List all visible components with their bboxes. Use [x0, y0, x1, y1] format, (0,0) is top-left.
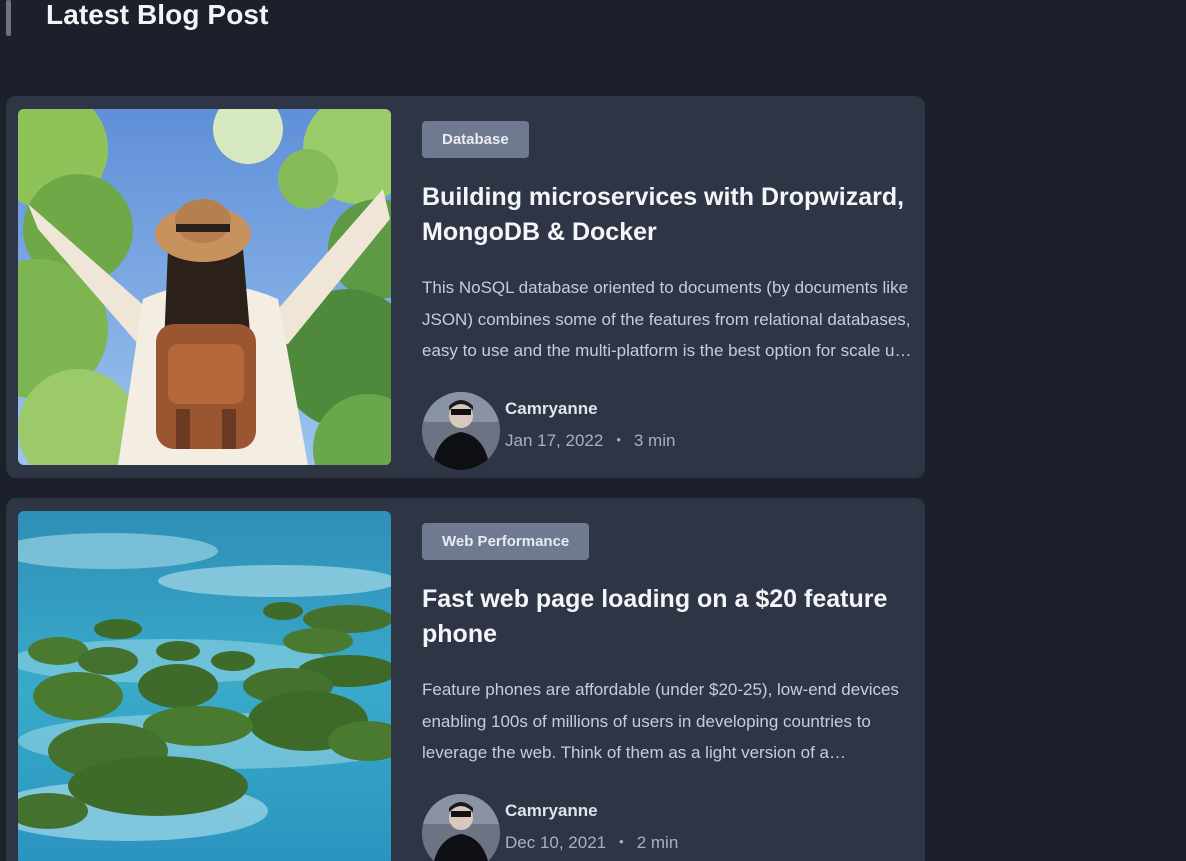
post-thumbnail[interactable] — [18, 109, 391, 465]
post-date: Dec 10, 2021 — [505, 833, 607, 852]
post-excerpt: This NoSQL database oriented to document… — [422, 278, 911, 360]
islands-photo — [18, 511, 391, 861]
read-time: 2 min — [636, 833, 679, 852]
meta-separator: • — [619, 834, 624, 849]
section-title: Latest Blog Post — [46, 0, 269, 30]
author-row: Camryanne Jan 17, 2022 • 3 min — [422, 392, 912, 472]
post-card[interactable]: Database Building microservices with Dro… — [6, 96, 925, 478]
post-excerpt: Feature phones are affordable (under $20… — [422, 680, 899, 762]
author-avatar-image — [422, 392, 500, 470]
post-card[interactable]: Web Performance Fast web page loading on… — [6, 498, 925, 861]
post-date: Jan 17, 2022 — [505, 431, 604, 450]
author-avatar-image — [422, 794, 500, 861]
traveler-photo — [18, 109, 391, 465]
post-content: Web Performance Fast web page loading on… — [422, 523, 912, 861]
post-meta: Dec 10, 2021 • 2 min — [505, 833, 678, 853]
heading-accent-bar — [6, 0, 11, 36]
post-meta: Jan 17, 2022 • 3 min — [505, 431, 675, 451]
read-time: 3 min — [633, 431, 676, 450]
avatar[interactable] — [422, 794, 500, 861]
post-title[interactable]: Building microservices with Dropwizard, … — [422, 180, 912, 250]
post-title[interactable]: Fast web page loading on a $20 feature p… — [422, 582, 912, 652]
author-row: Camryanne Dec 10, 2021 • 2 min — [422, 794, 912, 861]
section-heading: Latest Blog Post — [6, 0, 269, 36]
author-name[interactable]: Camryanne — [505, 399, 598, 419]
post-content: Database Building microservices with Dro… — [422, 121, 912, 472]
meta-separator: • — [616, 432, 621, 447]
post-thumbnail[interactable] — [18, 511, 391, 861]
author-name[interactable]: Camryanne — [505, 801, 598, 821]
avatar[interactable] — [422, 392, 500, 470]
category-tag[interactable]: Database — [422, 121, 529, 158]
post-list: Database Building microservices with Dro… — [6, 96, 925, 861]
category-tag[interactable]: Web Performance — [422, 523, 590, 560]
blog-page: Latest Blog Post Database Building micro… — [0, 0, 1186, 861]
